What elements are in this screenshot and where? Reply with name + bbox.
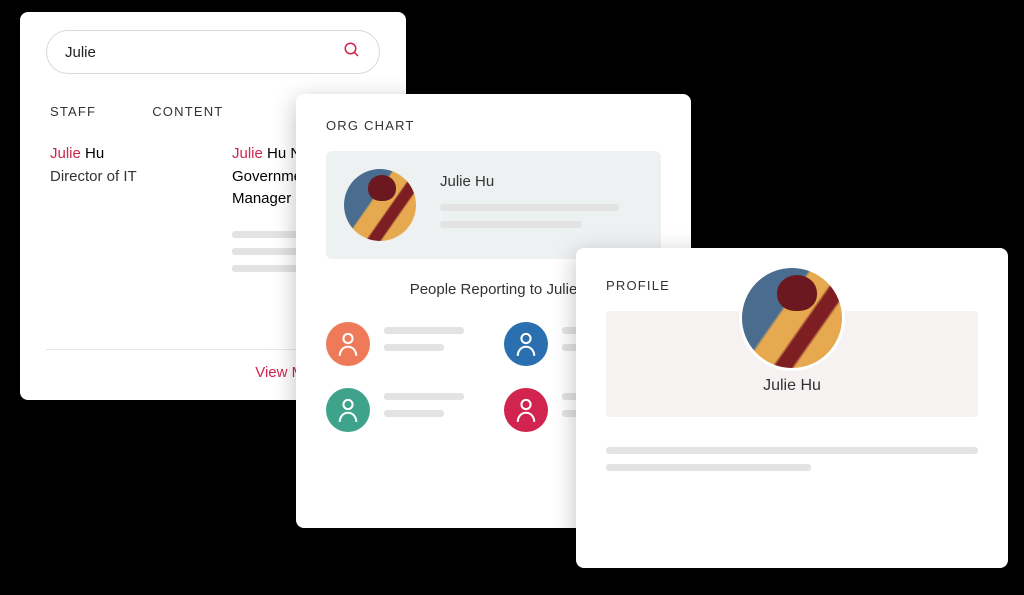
- profile-panel: PROFILE Julie Hu: [576, 248, 1008, 568]
- search-field[interactable]: [46, 30, 380, 74]
- profile-banner: Julie Hu: [606, 311, 978, 417]
- search-icon[interactable]: [343, 41, 361, 64]
- tab-staff[interactable]: STAFF: [50, 104, 96, 119]
- placeholder: [384, 327, 484, 361]
- avatar: [344, 169, 416, 241]
- search-input[interactable]: [65, 44, 343, 61]
- placeholder: [384, 393, 484, 427]
- org-card-name: Julie Hu: [440, 173, 643, 190]
- person-icon: [326, 388, 370, 432]
- profile-name: Julie Hu: [606, 377, 978, 395]
- staff-result-name: Hu: [81, 145, 104, 162]
- report-item[interactable]: [326, 322, 484, 366]
- person-icon: [504, 322, 548, 366]
- org-card[interactable]: Julie Hu: [326, 151, 661, 259]
- avatar[interactable]: [739, 265, 845, 371]
- tab-content[interactable]: CONTENT: [152, 104, 223, 119]
- placeholder: [606, 447, 978, 471]
- person-icon: [504, 388, 548, 432]
- org-chart-title: ORG CHART: [326, 118, 661, 133]
- report-item[interactable]: [326, 388, 484, 432]
- staff-result-highlight: Julie: [50, 145, 81, 162]
- person-icon: [326, 322, 370, 366]
- staff-result-subtitle: Director of IT: [50, 166, 198, 189]
- staff-result[interactable]: Julie Hu Director of IT: [50, 143, 198, 282]
- org-card-info: Julie Hu: [440, 173, 643, 238]
- content-result-highlight: Julie: [232, 145, 263, 162]
